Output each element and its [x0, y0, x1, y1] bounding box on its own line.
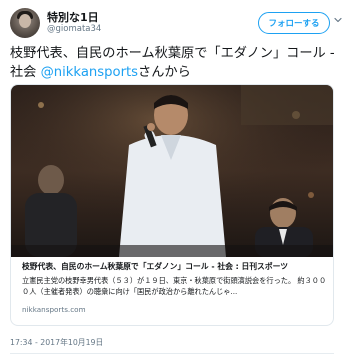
card-image[interactable]	[11, 85, 333, 257]
chevron-down-icon[interactable]	[334, 16, 342, 24]
author-handle[interactable]: @giomata34	[47, 24, 101, 34]
tweet-text-tail: さんから	[138, 65, 191, 80]
tweet-timestamp[interactable]: 17:34 - 2017年10月19日	[10, 337, 103, 348]
avatar-face	[19, 14, 31, 28]
card-description: 立憲民主党の枝野幸男代表（５３）が１９日、東京・秋葉原で街頭演説会を行った。 約…	[22, 276, 327, 296]
avatar[interactable]	[10, 8, 40, 38]
follow-button[interactable]: フォローする	[258, 12, 330, 34]
card-title[interactable]: 枝野代表、自民のホーム秋葉原で「エダノン」コール - 社会 : 日刊スポーツ	[22, 261, 327, 272]
card-photo	[11, 85, 333, 257]
tweet-text: 枝野代表、自民のホーム秋葉原で「エダノン」コール - 社会 @nikkanspo…	[10, 44, 338, 82]
divider	[10, 353, 334, 354]
link-card[interactable]: 枝野代表、自民のホーム秋葉原で「エダノン」コール - 社会 : 日刊スポーツ 立…	[10, 84, 334, 326]
author-display-name[interactable]: 特別な1日	[47, 9, 99, 25]
card-domain[interactable]: nikkansports.com	[22, 305, 86, 314]
mention-link[interactable]: @nikkansports	[41, 65, 138, 80]
tweet: 特別な1日 @giomata34 フォローする 枝野代表、自民のホーム秋葉原で「…	[0, 0, 344, 360]
